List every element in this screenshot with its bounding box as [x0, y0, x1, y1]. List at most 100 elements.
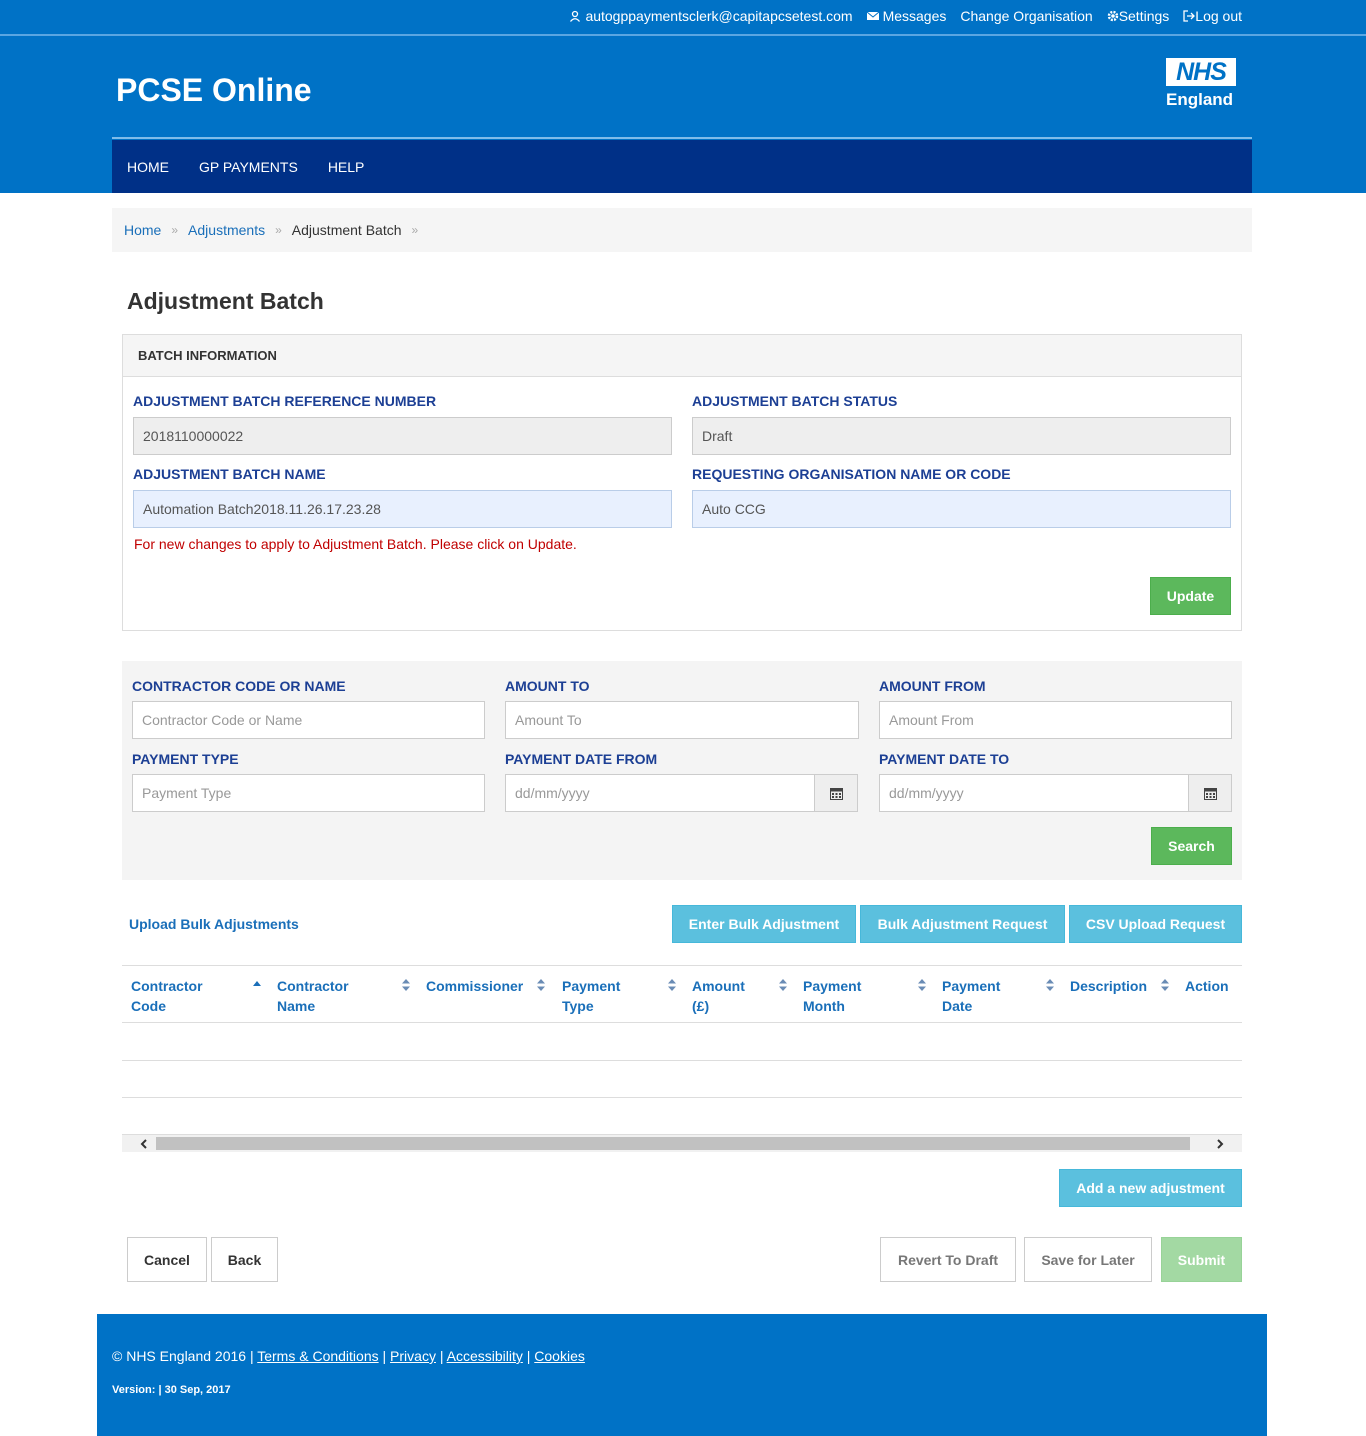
- col-header-payment-month[interactable]: Payment Month: [803, 976, 861, 1016]
- calendar-icon: [829, 787, 843, 800]
- accessibility-link[interactable]: Accessibility: [447, 1348, 523, 1364]
- sort-icon[interactable]: [779, 978, 787, 992]
- footer-divider: |: [439, 1348, 444, 1364]
- col-header-payment-date[interactable]: Payment Date: [942, 976, 1000, 1016]
- breadcrumb-current: Adjustment Batch: [291, 222, 402, 238]
- settings-link[interactable]: Settings: [1107, 8, 1170, 24]
- sort-icon[interactable]: [402, 978, 410, 992]
- table-row: [122, 1022, 1242, 1023]
- col-header-description[interactable]: Description: [1070, 976, 1147, 996]
- amount-to-label: AMOUNT TO: [505, 678, 590, 694]
- settings-label: Settings: [1118, 8, 1170, 24]
- logout-label: Log out: [1195, 8, 1242, 24]
- chevron-left-icon: [140, 1138, 147, 1149]
- amount-from-input[interactable]: Amount From: [879, 701, 1232, 739]
- scroll-right-arrow[interactable]: [1210, 1135, 1230, 1152]
- contractor-label: CONTRACTOR CODE OR NAME: [132, 678, 346, 694]
- sort-icon[interactable]: [1046, 978, 1054, 992]
- search-button[interactable]: Search: [1151, 827, 1232, 865]
- sort-icon[interactable]: [1161, 978, 1169, 992]
- scrollbar-thumb[interactable]: [156, 1137, 1190, 1150]
- batch-name-input[interactable]: Automation Batch2018.11.26.17.23.28: [133, 490, 672, 528]
- nav-item-gp-payments[interactable]: GP PAYMENTS: [184, 159, 313, 175]
- payment-type-input[interactable]: Payment Type: [132, 774, 485, 812]
- breadcrumb-separator: »: [411, 223, 419, 237]
- nav-item-home[interactable]: HOME: [112, 159, 184, 175]
- enter-bulk-adjustment-button[interactable]: Enter Bulk Adjustment: [672, 905, 856, 943]
- table-row: [122, 1097, 1242, 1098]
- footer: © NHS England 2016 | Terms & Conditions …: [97, 1314, 1267, 1436]
- horizontal-scrollbar[interactable]: [122, 1135, 1242, 1152]
- breadcrumb: Home » Adjustments » Adjustment Batch »: [112, 208, 1252, 252]
- requesting-org-label: REQUESTING ORGANISATION NAME OR CODE: [692, 466, 1011, 482]
- col-header-contractor-name[interactable]: Contractor Name: [277, 976, 349, 1016]
- save-for-later-button[interactable]: Save for Later: [1024, 1237, 1152, 1282]
- nav-item-help[interactable]: HELP: [313, 159, 380, 175]
- user-links: autogppaymentsclerk@capitapcsetest.com M…: [569, 8, 1242, 24]
- calendar-icon: [1203, 787, 1217, 800]
- date-from-calendar-button[interactable]: [814, 774, 858, 812]
- table-row: [122, 1060, 1242, 1061]
- csv-upload-request-button[interactable]: CSV Upload Request: [1069, 905, 1242, 943]
- batch-status-label: ADJUSTMENT BATCH STATUS: [692, 393, 898, 409]
- adjustments-table: Contractor Code Contractor Name Commission…: [122, 965, 1242, 1152]
- update-button[interactable]: Update: [1150, 577, 1231, 615]
- sort-icon[interactable]: [537, 978, 545, 992]
- messages-link[interactable]: Messages: [866, 8, 947, 24]
- upload-bulk-adjustments-link[interactable]: Upload Bulk Adjustments: [129, 916, 299, 932]
- panel-title: BATCH INFORMATION: [123, 335, 1241, 377]
- breadcrumb-separator: »: [275, 223, 282, 237]
- amount-from-label: AMOUNT FROM: [879, 678, 986, 694]
- col-header-amount[interactable]: Amount (£): [692, 976, 745, 1016]
- amount-to-input[interactable]: Amount To: [505, 701, 859, 739]
- col-header-payment-type[interactable]: Payment Type: [562, 976, 620, 1016]
- bulk-adjustment-request-button[interactable]: Bulk Adjustment Request: [860, 905, 1065, 943]
- nav-divider: [112, 137, 1252, 139]
- gear-icon: [1107, 10, 1118, 22]
- chevron-right-icon: [1217, 1138, 1224, 1149]
- scroll-left-arrow[interactable]: [134, 1135, 154, 1152]
- add-new-adjustment-button[interactable]: Add a new adjustment: [1059, 1169, 1242, 1207]
- main-nav: HOME GP PAYMENTS HELP: [112, 140, 1252, 193]
- logout-icon: [1183, 10, 1196, 22]
- logout-link[interactable]: Log out: [1183, 8, 1242, 24]
- col-header-action: Action: [1185, 978, 1229, 994]
- revert-to-draft-button[interactable]: Revert To Draft: [880, 1237, 1016, 1282]
- col-header-contractor-code[interactable]: Contractor Code: [131, 976, 203, 1016]
- version-text: Version: | 30 Sep, 2017: [112, 1384, 231, 1396]
- header: autogppaymentsclerk@capitapcsetest.com M…: [0, 0, 1366, 193]
- batch-name-label: ADJUSTMENT BATCH NAME: [133, 466, 326, 482]
- terms-link[interactable]: Terms & Conditions: [257, 1348, 378, 1364]
- requesting-org-input[interactable]: Auto CCG: [692, 490, 1231, 528]
- change-organisation-link[interactable]: Change Organisation: [960, 8, 1092, 24]
- breadcrumb-home[interactable]: Home: [124, 222, 161, 238]
- date-from-label: PAYMENT DATE FROM: [505, 751, 658, 767]
- sort-asc-icon[interactable]: [253, 978, 261, 992]
- sort-icon[interactable]: [668, 978, 676, 992]
- footer-divider: |: [382, 1348, 387, 1364]
- sort-icon[interactable]: [918, 978, 926, 992]
- cookies-link[interactable]: Cookies: [534, 1348, 585, 1364]
- batch-ref-label: ADJUSTMENT BATCH REFERENCE NUMBER: [133, 393, 437, 409]
- search-panel: CONTRACTOR CODE OR NAME Contractor Code …: [122, 661, 1242, 880]
- date-from-input[interactable]: dd/mm/yyyy: [505, 774, 815, 812]
- col-header-commissioner[interactable]: Commissioner: [426, 976, 523, 996]
- page-title: Adjustment Batch: [127, 288, 324, 314]
- date-to-input[interactable]: dd/mm/yyyy: [879, 774, 1189, 812]
- breadcrumb-separator: »: [171, 223, 179, 237]
- messages-label: Messages: [882, 8, 947, 24]
- date-to-label: PAYMENT DATE TO: [879, 751, 1010, 767]
- nhs-england-logo: NHS England: [1166, 58, 1236, 110]
- batch-ref-field: 2018110000022: [133, 417, 672, 455]
- app-title[interactable]: PCSE Online: [116, 72, 312, 109]
- user-account-link[interactable]: autogppaymentsclerk@capitapcsetest.com: [569, 8, 853, 24]
- cancel-button[interactable]: Cancel: [127, 1237, 207, 1282]
- contractor-input[interactable]: Contractor Code or Name: [132, 701, 485, 739]
- breadcrumb-adjustments[interactable]: Adjustments: [188, 222, 265, 238]
- submit-button[interactable]: Submit: [1161, 1237, 1242, 1282]
- back-button[interactable]: Back: [211, 1237, 278, 1282]
- privacy-link[interactable]: Privacy: [390, 1348, 436, 1364]
- update-warning: For new changes to apply to Adjustment B…: [134, 536, 577, 552]
- date-to-calendar-button[interactable]: [1188, 774, 1232, 812]
- payment-type-label: PAYMENT TYPE: [132, 751, 239, 767]
